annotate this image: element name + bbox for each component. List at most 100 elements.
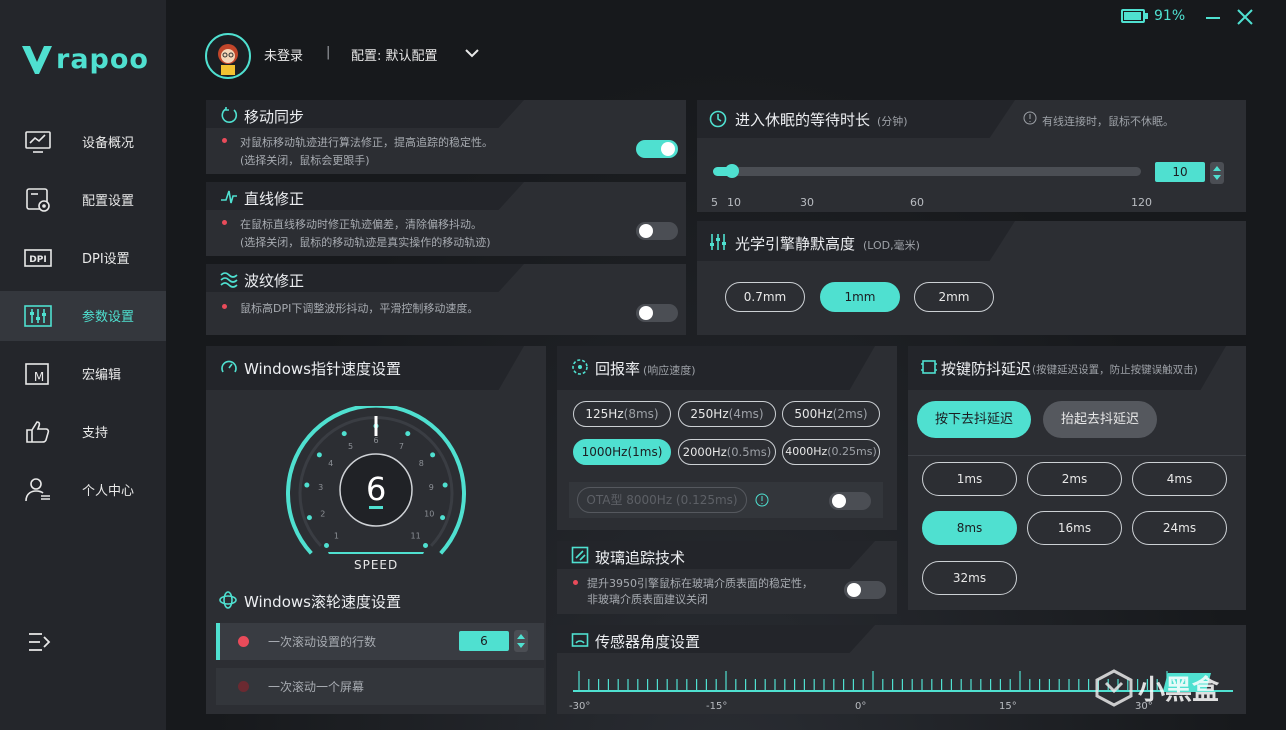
- debounce-option-32ms[interactable]: 32ms: [922, 561, 1017, 595]
- polling-option-250hz[interactable]: 250Hz(4ms): [678, 401, 776, 427]
- monitor-chart-icon: [25, 131, 51, 153]
- rate: 2000Hz: [682, 445, 727, 459]
- toggle-knob: [661, 142, 675, 156]
- ota-toggle[interactable]: [829, 492, 871, 510]
- thumbs-up-icon: [26, 421, 50, 443]
- info-icon[interactable]: [755, 493, 769, 507]
- collapse-menu-icon[interactable]: [28, 632, 52, 652]
- debounce-option-8ms[interactable]: 8ms: [922, 511, 1017, 545]
- angle-snap-toggle[interactable]: [636, 222, 678, 240]
- glass-toggle[interactable]: [844, 581, 886, 599]
- close-icon[interactable]: [1237, 9, 1253, 25]
- debounce-option-24ms[interactable]: 24ms: [1132, 511, 1227, 545]
- minimize-button[interactable]: [1206, 17, 1220, 19]
- lod-option-0-7mm[interactable]: 0.7mm: [725, 282, 805, 312]
- rate-ms: (0.5ms): [726, 445, 772, 459]
- dial-number: 7: [399, 442, 404, 451]
- scroll-wheel-icon: [219, 591, 237, 609]
- radio-selected[interactable]: [238, 636, 249, 647]
- sleep-slider-track[interactable]: [713, 167, 1141, 176]
- polling-option-4000hz[interactable]: 4000Hz(0.25ms): [782, 439, 880, 465]
- user-status[interactable]: 未登录: [264, 45, 303, 64]
- angle-snap-desc-note: (选择关闭，鼠标的移动轨迹是真实操作的移动轨迹): [240, 236, 491, 249]
- polling-option-2000hz[interactable]: 2000Hz(0.5ms): [678, 439, 776, 465]
- nav-item-config[interactable]: 配置设置: [0, 175, 166, 225]
- rate: 250Hz: [690, 407, 729, 421]
- angle-snap-desc: 在鼠标直线移动时修正轨迹偏差，清除偏移抖动。: [240, 218, 482, 231]
- sleep-value-input[interactable]: 10: [1155, 162, 1205, 182]
- speed-gauge-icon: [221, 360, 237, 373]
- dial-dot: [341, 431, 347, 437]
- debounce-option-4ms[interactable]: 4ms: [1132, 462, 1227, 496]
- ripple-toggle[interactable]: [636, 304, 678, 322]
- scroll-lines-stepper[interactable]: [514, 630, 528, 652]
- dial-dot: [440, 515, 446, 521]
- lod-option-2mm[interactable]: 2mm: [914, 282, 994, 312]
- scroll-lines-row[interactable]: 一次滚动设置的行数 6: [216, 623, 544, 660]
- nav-label: 配置设置: [82, 194, 135, 209]
- toggle-knob: [847, 583, 861, 597]
- lod-unit: (LOD,毫米): [863, 239, 920, 252]
- dial-number: 3: [318, 483, 323, 492]
- debounce-option-16ms[interactable]: 16ms: [1027, 511, 1122, 545]
- dial-dot: [306, 515, 312, 521]
- watermark: 小黑盒: [1094, 668, 1219, 707]
- nav-label: DPI设置: [82, 252, 130, 267]
- sleep-stepper[interactable]: [1210, 162, 1224, 184]
- pointer-speed-title: Windows指针速度设置: [244, 360, 401, 378]
- glass-panel: 玻璃追踪技术 提升3950引擎鼠标在玻璃介质表面的稳定性， 非玻璃介质表面建议关…: [557, 541, 897, 614]
- chip-icon: [921, 360, 937, 374]
- polling-option-1000hz[interactable]: 1000Hz(1ms): [573, 439, 671, 465]
- pointer-speed-panel: Windows指针速度设置 1 2 3 4 5 6 7 8 9 10 11 6 SPEED Wind…: [206, 346, 546, 714]
- macro-icon: M: [25, 363, 49, 385]
- scroll-lines-input[interactable]: 6: [459, 631, 509, 651]
- header-separator: |: [326, 45, 331, 60]
- scroll-lines-label: 一次滚动设置的行数: [268, 635, 377, 649]
- rate: 1000Hz: [581, 445, 628, 459]
- angle-snap-icon: [221, 190, 237, 204]
- polling-option-125hz[interactable]: 125Hz(8ms): [573, 401, 671, 427]
- chevron-down-icon[interactable]: [465, 48, 479, 58]
- ripple-desc: 鼠标高DPI下调整波形抖动，平滑控制移动速度。: [240, 302, 479, 315]
- nav-label: 个人中心: [82, 484, 135, 499]
- radio-unselected[interactable]: [238, 681, 249, 692]
- avatar[interactable]: [205, 33, 251, 79]
- info-dot: [573, 580, 578, 585]
- nav-item-macro[interactable]: M 宏编辑: [0, 349, 166, 399]
- sleep-slider-thumb[interactable]: [725, 164, 739, 178]
- nav-item-user-center[interactable]: 个人中心: [0, 465, 166, 515]
- lod-option-1mm[interactable]: 1mm: [820, 282, 900, 312]
- sleep-tick: 60: [910, 196, 924, 209]
- motion-sync-toggle[interactable]: [636, 140, 678, 158]
- clock-icon: [709, 110, 727, 128]
- watermark-logo-icon: [1095, 668, 1133, 707]
- angle-snap-title: 直线修正: [244, 190, 305, 208]
- polling-option-500hz[interactable]: 500Hz(2ms): [782, 401, 880, 427]
- config-selector-label[interactable]: 配置: 默认配置: [351, 45, 438, 64]
- nav-item-parameters[interactable]: 参数设置: [0, 291, 166, 341]
- scroll-screen-row[interactable]: 一次滚动一个屏幕: [216, 668, 544, 705]
- ota-8000hz-option[interactable]: OTA型 8000Hz (0.125ms): [577, 487, 747, 513]
- nav-label: 宏编辑: [82, 368, 122, 383]
- nav-item-dpi[interactable]: DPI DPI设置: [0, 233, 166, 283]
- pointer-speed-value: 6: [366, 470, 387, 508]
- dial-dot: [422, 542, 428, 548]
- debounce-option-1ms[interactable]: 1ms: [922, 462, 1017, 496]
- debounce-subtitle: (按键延迟设置，防止按键误触双击): [1032, 364, 1198, 376]
- nav-item-support[interactable]: 支持: [0, 407, 166, 457]
- motion-sync-title: 移动同步: [244, 108, 305, 126]
- avatar-face-icon: [218, 44, 238, 75]
- rate: 4000Hz: [785, 445, 828, 458]
- angle-snap-panel: 直线修正 在鼠标直线移动时修正轨迹偏差，清除偏移抖动。 (选择关闭，鼠标的移动轨…: [206, 182, 686, 256]
- debounce-option-2ms[interactable]: 2ms: [1027, 462, 1122, 496]
- tab-release-debounce[interactable]: 抬起去抖延迟: [1043, 401, 1157, 438]
- sleep-panel: 进入休眠的等待时长 (分钟) 有线连接时，鼠标不休眠。 5 10 30 60 1…: [697, 100, 1246, 212]
- dial-number: 2: [320, 509, 325, 518]
- motion-sync-desc: 对鼠标移动轨迹进行算法修正，提高追踪的稳定性。: [240, 136, 493, 149]
- angle-tick-label: -30°: [569, 701, 591, 712]
- tab-press-debounce[interactable]: 按下去抖延迟: [917, 401, 1031, 438]
- rate: 500Hz: [794, 407, 833, 421]
- nav-item-device-overview[interactable]: 设备概况: [0, 117, 166, 167]
- lod-panel: 光学引擎静默高度 (LOD,毫米) 0.7mm 1mm 2mm: [697, 221, 1246, 335]
- dial-dot: [430, 452, 436, 458]
